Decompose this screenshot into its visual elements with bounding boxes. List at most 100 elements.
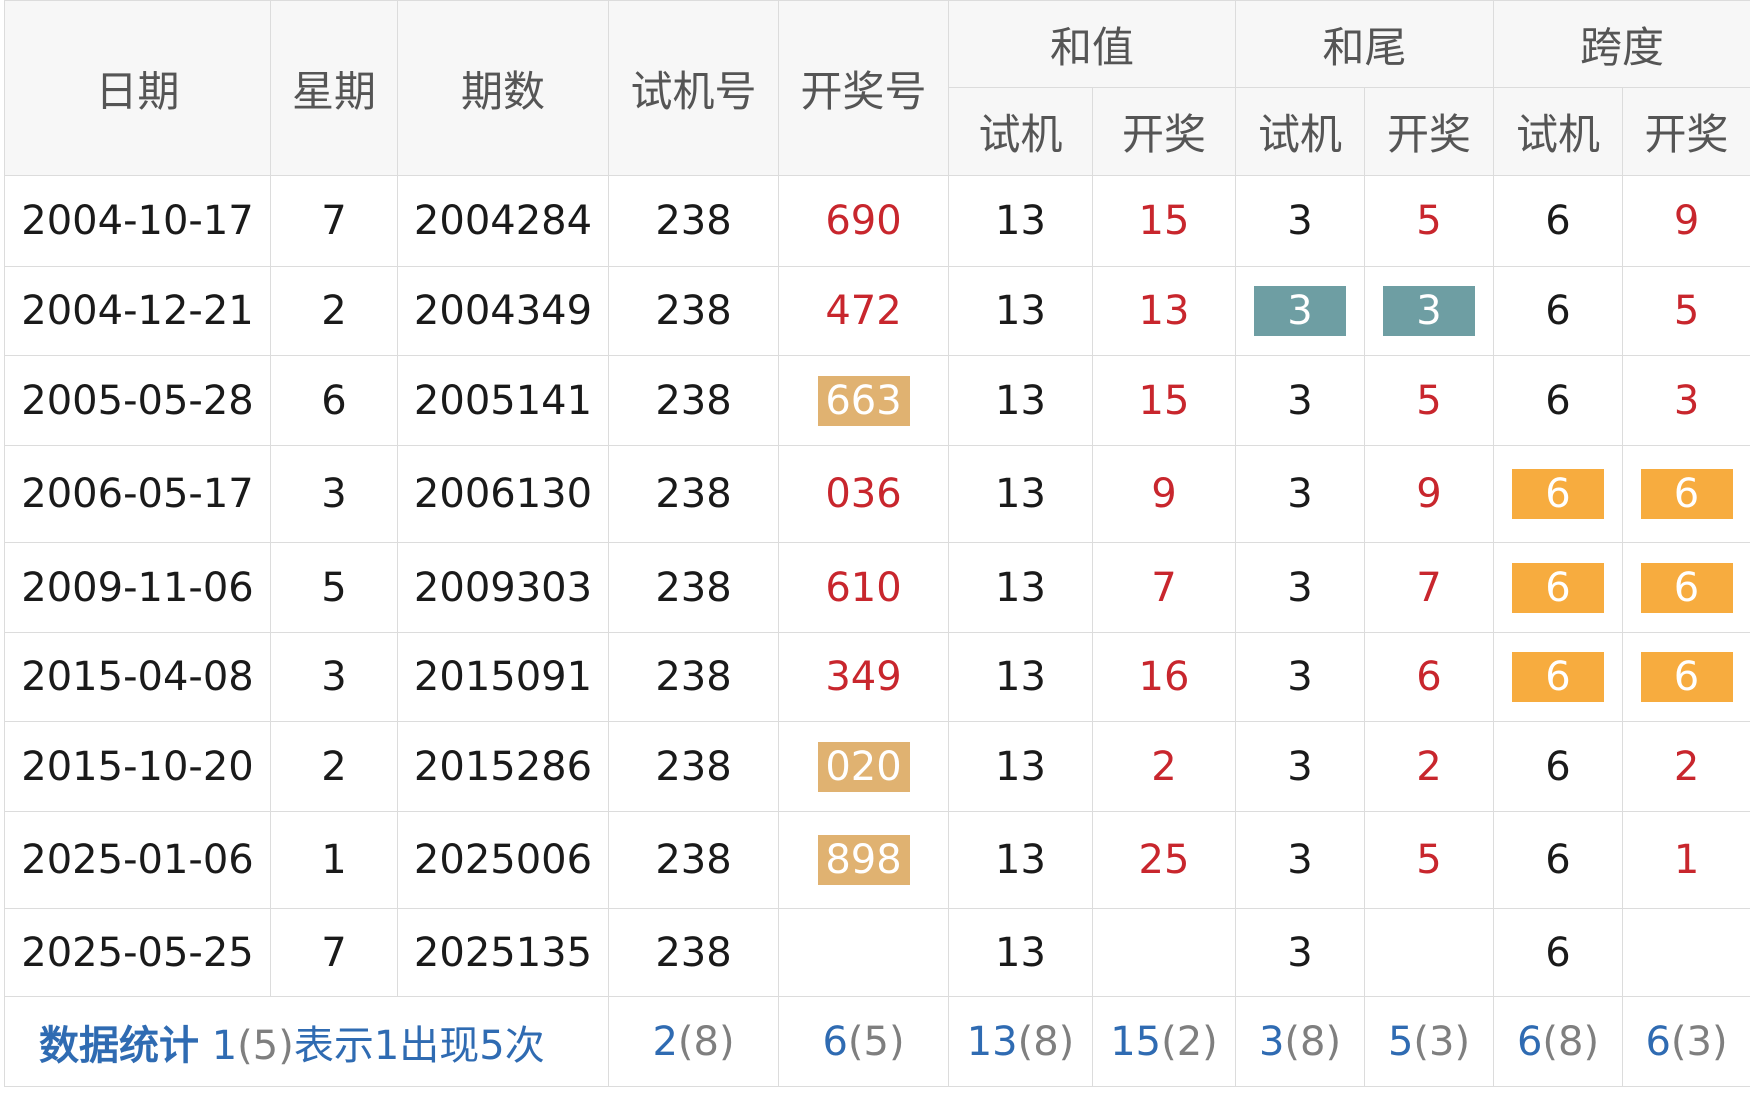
span-draw-cell [1622, 908, 1750, 997]
header-sum-test: 试机 [948, 87, 1093, 176]
weekday-cell: 3 [270, 445, 398, 543]
draw-number-cell: 036 [778, 445, 949, 543]
span-draw-highlight-chip: 6 [1640, 562, 1733, 613]
tail-test-cell: 3 [1235, 542, 1366, 633]
draw-number-cell: 610 [778, 542, 949, 633]
draw-number-cell: 690 [778, 175, 949, 267]
sum-test-cell: 13 [948, 632, 1093, 722]
span-test-cell: 6 [1493, 445, 1624, 543]
sum-draw-cell: 2 [1091, 721, 1237, 812]
test-number-cell: 238 [608, 445, 779, 543]
test-number-cell: 238 [608, 908, 779, 997]
date-cell: 2004-10-17 [4, 175, 271, 267]
sum-test-cell: 13 [948, 175, 1093, 267]
table-row: 2006-05-17 3 2006130 238 036 13 9 3 9 6 … [4, 445, 1750, 543]
span-test-cell: 6 [1493, 811, 1624, 909]
table-row: 2015-10-20 2 2015286 238 020 13 2 3 2 6 … [4, 721, 1750, 812]
summary-sum-draw: 15(2) [1091, 996, 1237, 1087]
header-span-test: 试机 [1493, 87, 1624, 176]
tail-test-cell: 3 [1235, 811, 1366, 909]
summary-draw-number: 6(5) [778, 996, 949, 1087]
summary-count: (2) [1161, 1018, 1218, 1065]
summary-note-text: 表示1出现5次 [293, 1022, 545, 1069]
sum-test-cell: 13 [948, 908, 1093, 997]
draw-number-highlight-chip: 663 [817, 375, 910, 426]
span-draw-highlight-chip: 6 [1640, 469, 1733, 519]
span-draw-highlight-chip: 6 [1640, 652, 1733, 702]
issue-cell: 2015286 [397, 721, 609, 812]
summary-note-number: 1 [211, 1022, 238, 1069]
header-tail-group: 和尾 [1235, 0, 1495, 88]
draw-number-cell: 898 [778, 811, 949, 909]
issue-cell: 2025006 [397, 811, 609, 909]
tail-test-cell: 3 [1235, 908, 1366, 997]
summary-row: 数据统计 1(5)表示1出现5次 2(8) 6(5) 13(8) 15(2) 3… [4, 996, 1750, 1087]
draw-number-highlight-chip: 020 [817, 741, 910, 792]
summary-label: 数据统计 [39, 1022, 199, 1069]
summary-test-number: 2(8) [608, 996, 779, 1087]
span-test-cell: 6 [1493, 266, 1624, 356]
header-issue: 期数 [397, 0, 609, 176]
sum-draw-cell: 9 [1091, 445, 1237, 543]
summary-value: 15 [1110, 1018, 1162, 1065]
tail-test-cell: 3 [1235, 266, 1366, 356]
draw-number-cell: 663 [778, 355, 949, 446]
draw-number-cell: 020 [778, 721, 949, 812]
weekday-cell: 6 [270, 355, 398, 446]
tail-draw-cell: 7 [1364, 542, 1495, 633]
tail-draw-cell: 6 [1364, 632, 1495, 722]
sum-draw-cell: 15 [1091, 175, 1237, 267]
sum-draw-cell: 7 [1091, 542, 1237, 633]
weekday-cell: 3 [270, 632, 398, 722]
summary-value: 2 [652, 1018, 678, 1065]
sum-draw-cell: 13 [1091, 266, 1237, 356]
issue-cell: 2005141 [397, 355, 609, 446]
date-cell: 2009-11-06 [4, 542, 271, 633]
sum-draw-cell [1091, 908, 1237, 997]
table-row: 2015-04-08 3 2015091 238 349 13 16 3 6 6… [4, 632, 1750, 722]
sum-draw-cell: 25 [1091, 811, 1237, 909]
date-cell: 2025-01-06 [4, 811, 271, 909]
test-number-cell: 238 [608, 811, 779, 909]
date-cell: 2006-05-17 [4, 445, 271, 543]
span-draw-cell: 9 [1622, 175, 1750, 267]
draw-number-cell: 472 [778, 266, 949, 356]
date-cell: 2005-05-28 [4, 355, 271, 446]
test-number-cell: 238 [608, 175, 779, 267]
sum-test-cell: 13 [948, 445, 1093, 543]
issue-cell: 2004349 [397, 266, 609, 356]
date-cell: 2025-05-25 [4, 908, 271, 997]
tail-test-cell: 3 [1235, 355, 1366, 446]
summary-value: 13 [966, 1018, 1018, 1065]
issue-cell: 2025135 [397, 908, 609, 997]
test-number-cell: 238 [608, 721, 779, 812]
sum-draw-cell: 15 [1091, 355, 1237, 446]
summary-value: 6 [1645, 1018, 1671, 1065]
span-draw-cell: 2 [1622, 721, 1750, 812]
summary-value: 6 [822, 1018, 848, 1065]
header-tail-test: 试机 [1235, 87, 1366, 176]
sum-test-cell: 13 [948, 266, 1093, 356]
tail-draw-cell: 5 [1364, 355, 1495, 446]
table-row: 2004-12-21 2 2004349 238 472 13 13 3 3 6… [4, 266, 1750, 356]
weekday-cell: 7 [270, 908, 398, 997]
header-weekday: 星期 [270, 0, 398, 176]
test-number-cell: 238 [608, 632, 779, 722]
span-test-highlight-chip: 6 [1512, 562, 1605, 613]
span-draw-cell: 1 [1622, 811, 1750, 909]
table-row: 2004-10-17 7 2004284 238 690 13 15 3 5 6… [4, 175, 1750, 267]
summary-count: (3) [1413, 1018, 1471, 1065]
test-number-cell: 238 [608, 355, 779, 446]
span-draw-cell: 5 [1622, 266, 1750, 356]
table-row: 2009-11-06 5 2009303 238 610 13 7 3 7 6 … [4, 542, 1750, 633]
summary-tail-draw: 5(3) [1364, 996, 1495, 1087]
tail-test-cell: 3 [1235, 721, 1366, 812]
tail-draw-cell: 3 [1364, 266, 1495, 356]
tail-draw-cell: 2 [1364, 721, 1495, 812]
weekday-cell: 2 [270, 721, 398, 812]
issue-cell: 2009303 [397, 542, 609, 633]
test-number-cell: 238 [608, 266, 779, 356]
span-test-cell: 6 [1493, 908, 1624, 997]
summary-count: (5) [847, 1018, 905, 1065]
sum-test-cell: 13 [948, 811, 1093, 909]
